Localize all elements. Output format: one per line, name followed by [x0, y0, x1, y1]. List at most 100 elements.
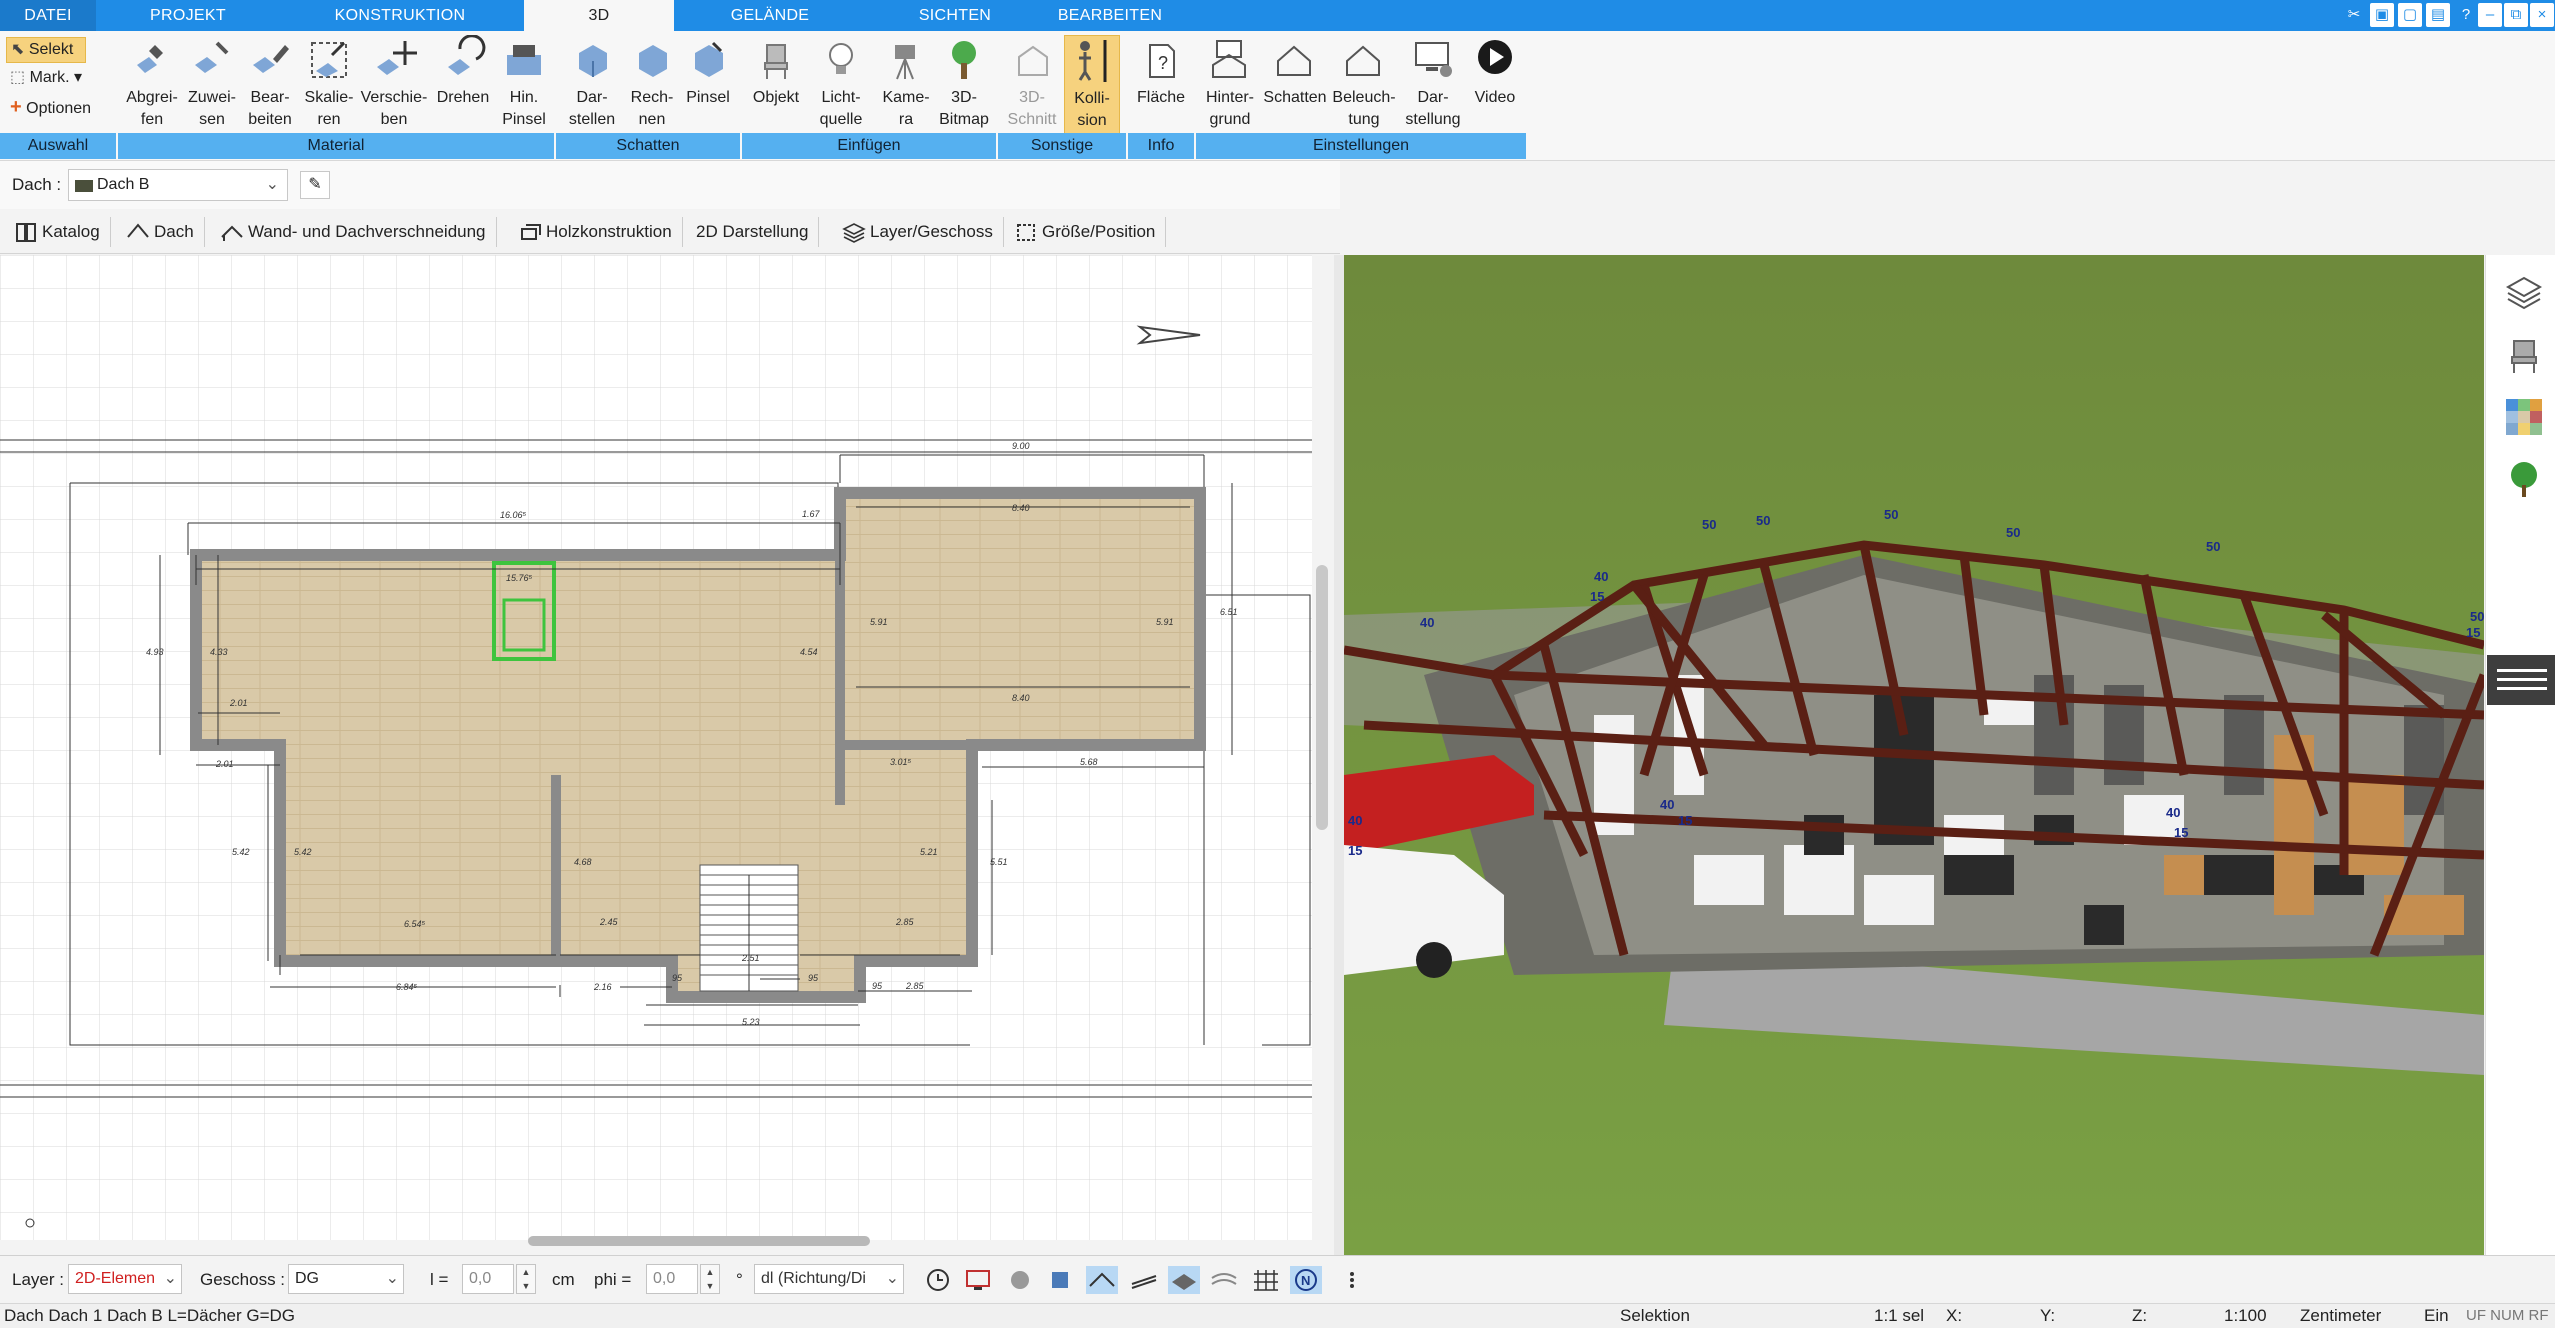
view-splitter[interactable]: [1334, 255, 1344, 1255]
tab-sichten[interactable]: SICHTEN: [890, 0, 1020, 31]
tab-3d[interactable]: 3D: [524, 0, 674, 31]
plan-horizontal-scrollbar[interactable]: [528, 1236, 870, 1246]
darstellen-button[interactable]: Dar- stellen: [560, 35, 624, 135]
tools-icon[interactable]: ✂: [2342, 3, 2366, 27]
object-icon[interactable]: [1044, 1266, 1076, 1294]
mark-icon: ⬚: [10, 69, 26, 86]
dim-label: 4.93: [146, 647, 164, 657]
roof-dim-badge: 15: [2174, 825, 2188, 840]
pencil-icon: ✎: [308, 176, 322, 193]
selekt-button[interactable]: ⬉ Selekt: [6, 37, 86, 63]
walkthrough-icon[interactable]: [1004, 1266, 1036, 1294]
hintergrund-button[interactable]: Hinter- grund: [1198, 35, 1262, 135]
close-icon[interactable]: ×: [2530, 3, 2554, 27]
calculate-shadow-icon: [639, 45, 667, 77]
geschoss-select[interactable]: DG ⌄: [288, 1264, 404, 1294]
restore-icon[interactable]: ▣: [2370, 3, 2394, 27]
clock-icon[interactable]: [922, 1266, 954, 1294]
plan-vertical-scrollbar[interactable]: [1316, 565, 1328, 830]
phi-input[interactable]: 0,0: [646, 1264, 698, 1294]
dach-select[interactable]: Dach B ⌄: [68, 169, 288, 201]
l-input[interactable]: 0,0: [462, 1264, 514, 1294]
dim-label: 5.51: [990, 857, 1008, 867]
dim-label: 5.68: [1080, 757, 1098, 767]
shadow-brush-icon: [695, 41, 723, 77]
groesse-position-button[interactable]: Größe/Position: [1008, 217, 1167, 247]
roof-dim-badge: 50: [1756, 513, 1770, 528]
schatten-pinsel-button[interactable]: Pinsel: [680, 35, 736, 135]
floor-plan-view[interactable]: 9.00 16.06⁵ 8.40 8.40 4.93 4.33 2.01 2.0…: [0, 255, 1312, 1240]
materials-icon[interactable]: [2504, 397, 2544, 437]
edit-pencil-button[interactable]: ✎: [300, 171, 330, 199]
wand-dachverschneidung-button[interactable]: Wand- und Dachverschneidung: [214, 217, 497, 247]
abgreifen-button[interactable]: Abgrei- fen: [120, 35, 184, 135]
tab-bearbeiten[interactable]: BEARBEITEN: [1040, 0, 1180, 31]
tab-gelaende[interactable]: GELÄNDE: [700, 0, 840, 31]
panel-menu-button[interactable]: [2487, 655, 2555, 705]
direction-mode-select[interactable]: dl (Richtung/Di ⌄: [754, 1264, 904, 1294]
layout-icon[interactable]: ▤: [2426, 3, 2450, 27]
3d-schnitt-button[interactable]: 3D- Schnitt: [1002, 35, 1062, 135]
l-stepper[interactable]: ▲ ▼: [516, 1264, 536, 1294]
holzkonstruktion-button[interactable]: Holzkonstruktion: [512, 217, 683, 247]
tree-icon: [952, 41, 976, 79]
rechnen-button[interactable]: Rech- nen: [624, 35, 680, 135]
floor-plan-canvas[interactable]: 9.00 16.06⁵ 8.40 8.40 4.93 4.33 2.01 2.0…: [0, 255, 1312, 1240]
3d-scene[interactable]: 50 50 50 50 50 40 40 40 40 40 15 15 15 1…: [1344, 255, 2484, 1255]
skalieren-button[interactable]: Skalie- ren: [300, 35, 358, 135]
play-icon: [1478, 40, 1512, 74]
verschieben-button[interactable]: Verschie- ben: [358, 35, 430, 135]
darstellung-button[interactable]: Dar- stellung: [1400, 35, 1466, 135]
timber-view-icon[interactable]: [1128, 1266, 1160, 1294]
lichtquelle-button[interactable]: Licht- quelle: [806, 35, 876, 135]
minimize-icon[interactable]: –: [2478, 3, 2502, 27]
layer-geschoss-button[interactable]: Layer/Geschoss: [836, 217, 1004, 247]
grid-icon[interactable]: [1250, 1266, 1282, 1294]
furniture-icon[interactable]: [2504, 335, 2544, 375]
drehen-button[interactable]: Drehen: [430, 35, 496, 135]
dim-label: 95: [808, 973, 819, 983]
group-material: Material: [118, 133, 556, 159]
dim-label: 4.68: [574, 857, 592, 867]
dim-label: 4.54: [800, 647, 818, 657]
schatten-settings-button[interactable]: Schatten: [1262, 35, 1328, 135]
plants-icon[interactable]: [2504, 459, 2544, 499]
maximize-icon[interactable]: ⧉: [2504, 3, 2528, 27]
plane-view-icon[interactable]: [1168, 1266, 1200, 1294]
kamera-button[interactable]: Kame- ra: [876, 35, 936, 135]
katalog-button[interactable]: Katalog: [8, 217, 111, 247]
stairs[interactable]: [699, 864, 799, 992]
flaeche-button[interactable]: ? Fläche: [1130, 35, 1192, 135]
3d-view[interactable]: 50 50 50 50 50 40 40 40 40 40 15 15 15 1…: [1344, 255, 2484, 1255]
2d-darstellung-button[interactable]: 2D Darstellung: [682, 217, 820, 247]
3d-bitmap-button[interactable]: 3D- Bitmap: [936, 35, 992, 135]
window-icon[interactable]: ▢: [2398, 3, 2422, 27]
dim-label: 9.00: [1012, 441, 1030, 451]
tab-datei[interactable]: DATEI: [0, 0, 96, 31]
bearbeiten-button[interactable]: Bear- beiten: [240, 35, 300, 135]
kollision-button[interactable]: Kolli- sion: [1064, 35, 1120, 135]
menu-bar: DATEI PROJEKT KONSTRUKTION 3D GELÄNDE SI…: [0, 0, 2555, 31]
camera-icon: [895, 45, 915, 80]
layer-label: Layer :: [12, 1270, 64, 1289]
layer-select[interactable]: 2D-Elemen ⌄: [68, 1264, 182, 1294]
video-button[interactable]: Video: [1466, 35, 1524, 135]
roof-view-icon[interactable]: [1086, 1266, 1118, 1294]
objekt-button[interactable]: Objekt: [746, 35, 806, 135]
tab-projekt[interactable]: PROJEKT: [118, 0, 258, 31]
terrain-icon[interactable]: [1208, 1266, 1240, 1294]
zuweisen-button[interactable]: Zuwei- sen: [184, 35, 240, 135]
roof-dim-badge: 40: [2166, 805, 2180, 820]
more-options-icon[interactable]: [1344, 1266, 1360, 1294]
screen-capture-icon[interactable]: [962, 1266, 994, 1294]
help-icon[interactable]: ?: [2454, 3, 2478, 27]
optionen-button[interactable]: + Optionen: [6, 95, 110, 121]
layers-icon[interactable]: [2504, 273, 2544, 313]
north-icon[interactable]: N: [1290, 1266, 1322, 1294]
phi-stepper[interactable]: ▲ ▼: [700, 1264, 720, 1294]
dach-button[interactable]: Dach: [120, 217, 205, 247]
mark-button[interactable]: ⬚ Mark. ▾: [6, 66, 96, 92]
beleuchtung-button[interactable]: Beleuch- tung: [1328, 35, 1400, 135]
hin-pinsel-button[interactable]: Hin. Pinsel: [496, 35, 552, 135]
tab-konstruktion[interactable]: KONSTRUKTION: [320, 0, 480, 31]
